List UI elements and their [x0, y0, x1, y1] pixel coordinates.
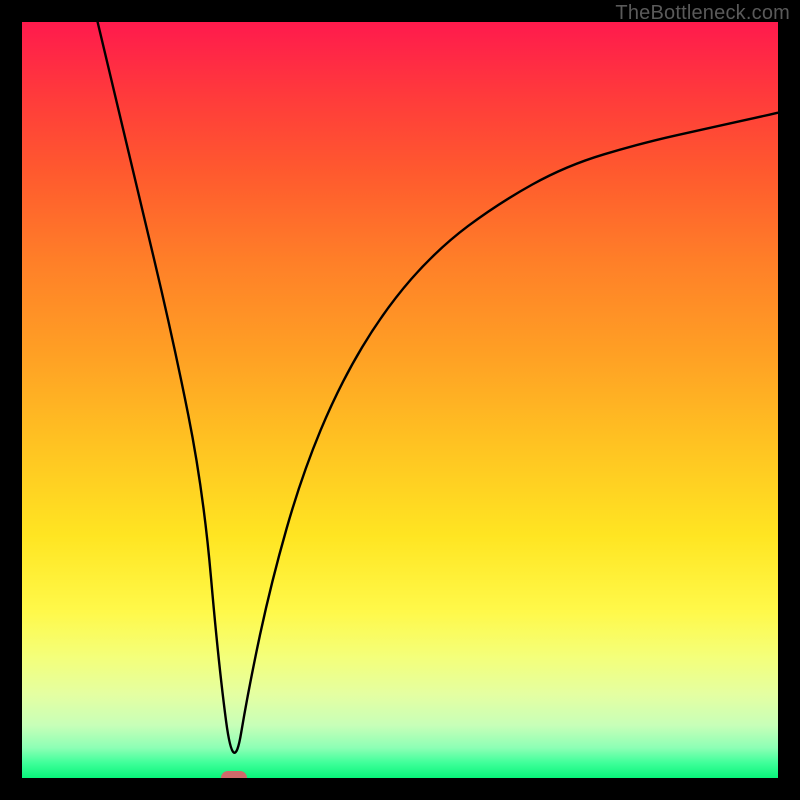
plot-area	[22, 22, 778, 778]
bottleneck-curve	[22, 22, 778, 778]
min-marker	[221, 771, 247, 778]
watermark-label: TheBottleneck.com	[615, 2, 790, 25]
chart-frame: TheBottleneck.com	[0, 0, 800, 800]
